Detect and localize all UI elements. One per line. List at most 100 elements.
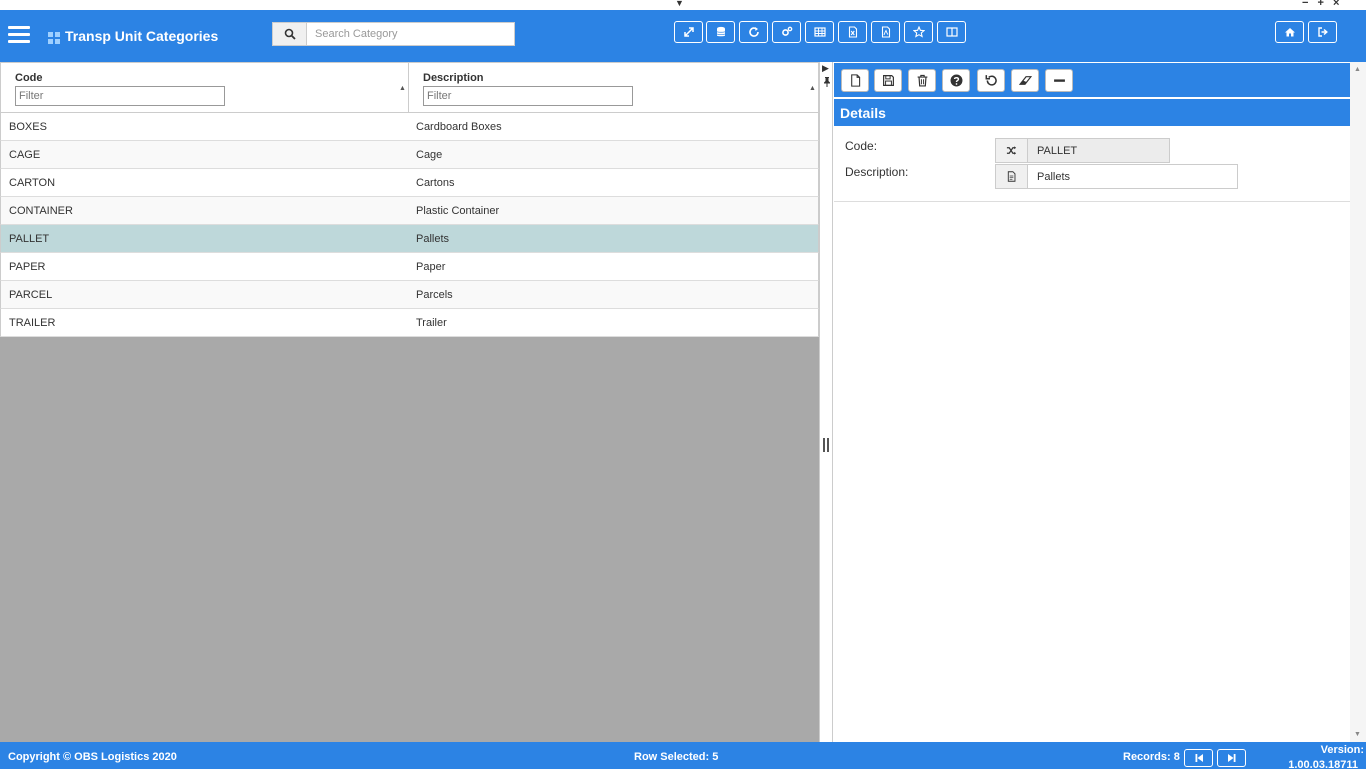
table-row[interactable]: CONTAINER Plastic Container [0,197,819,225]
table-row[interactable]: PARCEL Parcels [0,281,819,309]
undo-icon [985,75,997,86]
refresh-button[interactable] [739,21,768,43]
description-filter-input[interactable] [423,86,633,106]
columns-button[interactable] [937,21,966,43]
generate-code-button[interactable] [995,138,1028,163]
records-count: Records: 8 [1123,751,1180,763]
version-value: 1.00.03.18711 [1288,759,1358,771]
first-record-icon [1195,754,1203,762]
app-logo-icon [48,32,60,44]
splitter-grip[interactable] [823,438,829,452]
search-icon [284,28,296,40]
favorite-button[interactable] [904,21,933,43]
cell-description: Cardboard Boxes [416,121,502,133]
logout-icon [1317,27,1328,37]
minus-icon [1053,79,1065,82]
cell-description: Paper [416,261,446,273]
table-row[interactable]: BOXES Cardboard Boxes [0,113,819,141]
column-header-description[interactable]: Description ▲ [409,63,818,112]
cell-code: PARCEL [9,289,53,301]
eraser-icon [1018,76,1032,85]
app-header: Transp Unit Categories [0,10,1366,62]
export-excel-button[interactable] [838,21,867,43]
vertical-scrollbar[interactable]: ▲ ▼ [1350,62,1366,742]
sort-asc-icon[interactable]: ▲ [809,85,816,92]
table-icon [813,27,826,37]
export-excel-icon [848,26,857,38]
page-title: Transp Unit Categories [65,28,219,44]
refresh-icon [748,27,759,37]
first-record-button[interactable] [1184,749,1213,767]
category-grid: Code ▲ Description ▲ BOXES Cardboard Boxe… [0,62,819,742]
columns-icon [945,27,958,37]
star-icon [912,26,925,38]
logout-button[interactable] [1308,21,1337,43]
table-row[interactable]: CARTON Cartons [0,169,819,197]
grid-header: Code ▲ Description ▲ [0,62,819,113]
cell-code: PALLET [9,233,50,245]
toggle-header-caret[interactable]: ▼ [675,0,684,8]
expand-button[interactable] [674,21,703,43]
sort-asc-icon[interactable]: ▲ [399,85,406,92]
status-footer: Copyright © OBS Logistics 2020 Row Selec… [0,742,1366,771]
new-button[interactable] [841,69,869,92]
cell-description: Parcels [416,289,453,301]
version-label: Version: [1320,744,1364,756]
description-field[interactable] [1028,164,1238,189]
clear-button[interactable] [1011,69,1039,92]
cell-code: PAPER [9,261,46,273]
code-label: Code: [845,139,878,153]
undo-button[interactable] [977,69,1005,92]
detail-panel: Details Code: Description: [834,62,1350,742]
table-button[interactable] [805,21,834,43]
details-title: Details [840,105,886,121]
description-label: Description: [845,165,909,179]
cell-code: BOXES [9,121,47,133]
row-selected-status: Row Selected: 5 [634,751,719,763]
pin-icon[interactable] [823,77,831,89]
detail-toolbar [834,63,1350,97]
column-title-description: Description [423,72,484,84]
search-input[interactable] [306,22,515,46]
code-field[interactable] [1028,138,1170,163]
panel-splitter[interactable]: ▶ [819,62,833,742]
table-row[interactable]: TRAILER Trailer [0,309,819,337]
cell-description: Cage [416,149,443,161]
table-row[interactable]: PAPER Paper [0,253,819,281]
home-button[interactable] [1275,21,1304,43]
shuffle-icon [1006,146,1017,155]
last-record-button[interactable] [1217,749,1246,767]
collapse-button[interactable] [1045,69,1073,92]
cell-code: CAGE [9,149,41,161]
cell-code: CARTON [9,177,56,189]
description-field-icon [995,164,1028,189]
cell-description: Cartons [416,177,455,189]
settings-icon [781,26,792,36]
table-row-selected[interactable]: PALLET Pallets [0,225,819,253]
search-button[interactable] [272,22,306,46]
cell-description: Pallets [416,233,450,245]
code-field-group [995,138,1170,163]
column-header-code[interactable]: Code ▲ [1,63,409,112]
new-icon [850,74,860,87]
home-icon [1284,28,1295,37]
database-button[interactable] [706,21,735,43]
save-icon [882,75,894,86]
save-button[interactable] [874,69,902,92]
scroll-down-icon[interactable]: ▼ [1354,731,1361,738]
code-filter-input[interactable] [15,86,225,106]
table-row[interactable]: CAGE Cage [0,141,819,169]
grid-body: BOXES Cardboard Boxes CAGE Cage CARTON Cart… [0,113,819,337]
menu-icon[interactable] [8,26,30,44]
window-controls[interactable]: − + × [1302,0,1342,9]
cell-code: TRAILER [9,317,56,329]
delete-button[interactable] [908,69,936,92]
scroll-up-icon[interactable]: ▲ [1354,66,1361,73]
document-icon [1007,171,1016,182]
copyright-text: Copyright © OBS Logistics 2020 [8,751,177,763]
settings-button[interactable] [772,21,801,43]
export-pdf-button[interactable] [871,21,900,43]
help-button[interactable] [942,69,970,92]
collapse-panel-icon[interactable]: ▶ [822,63,829,74]
detail-divider [834,201,1350,202]
